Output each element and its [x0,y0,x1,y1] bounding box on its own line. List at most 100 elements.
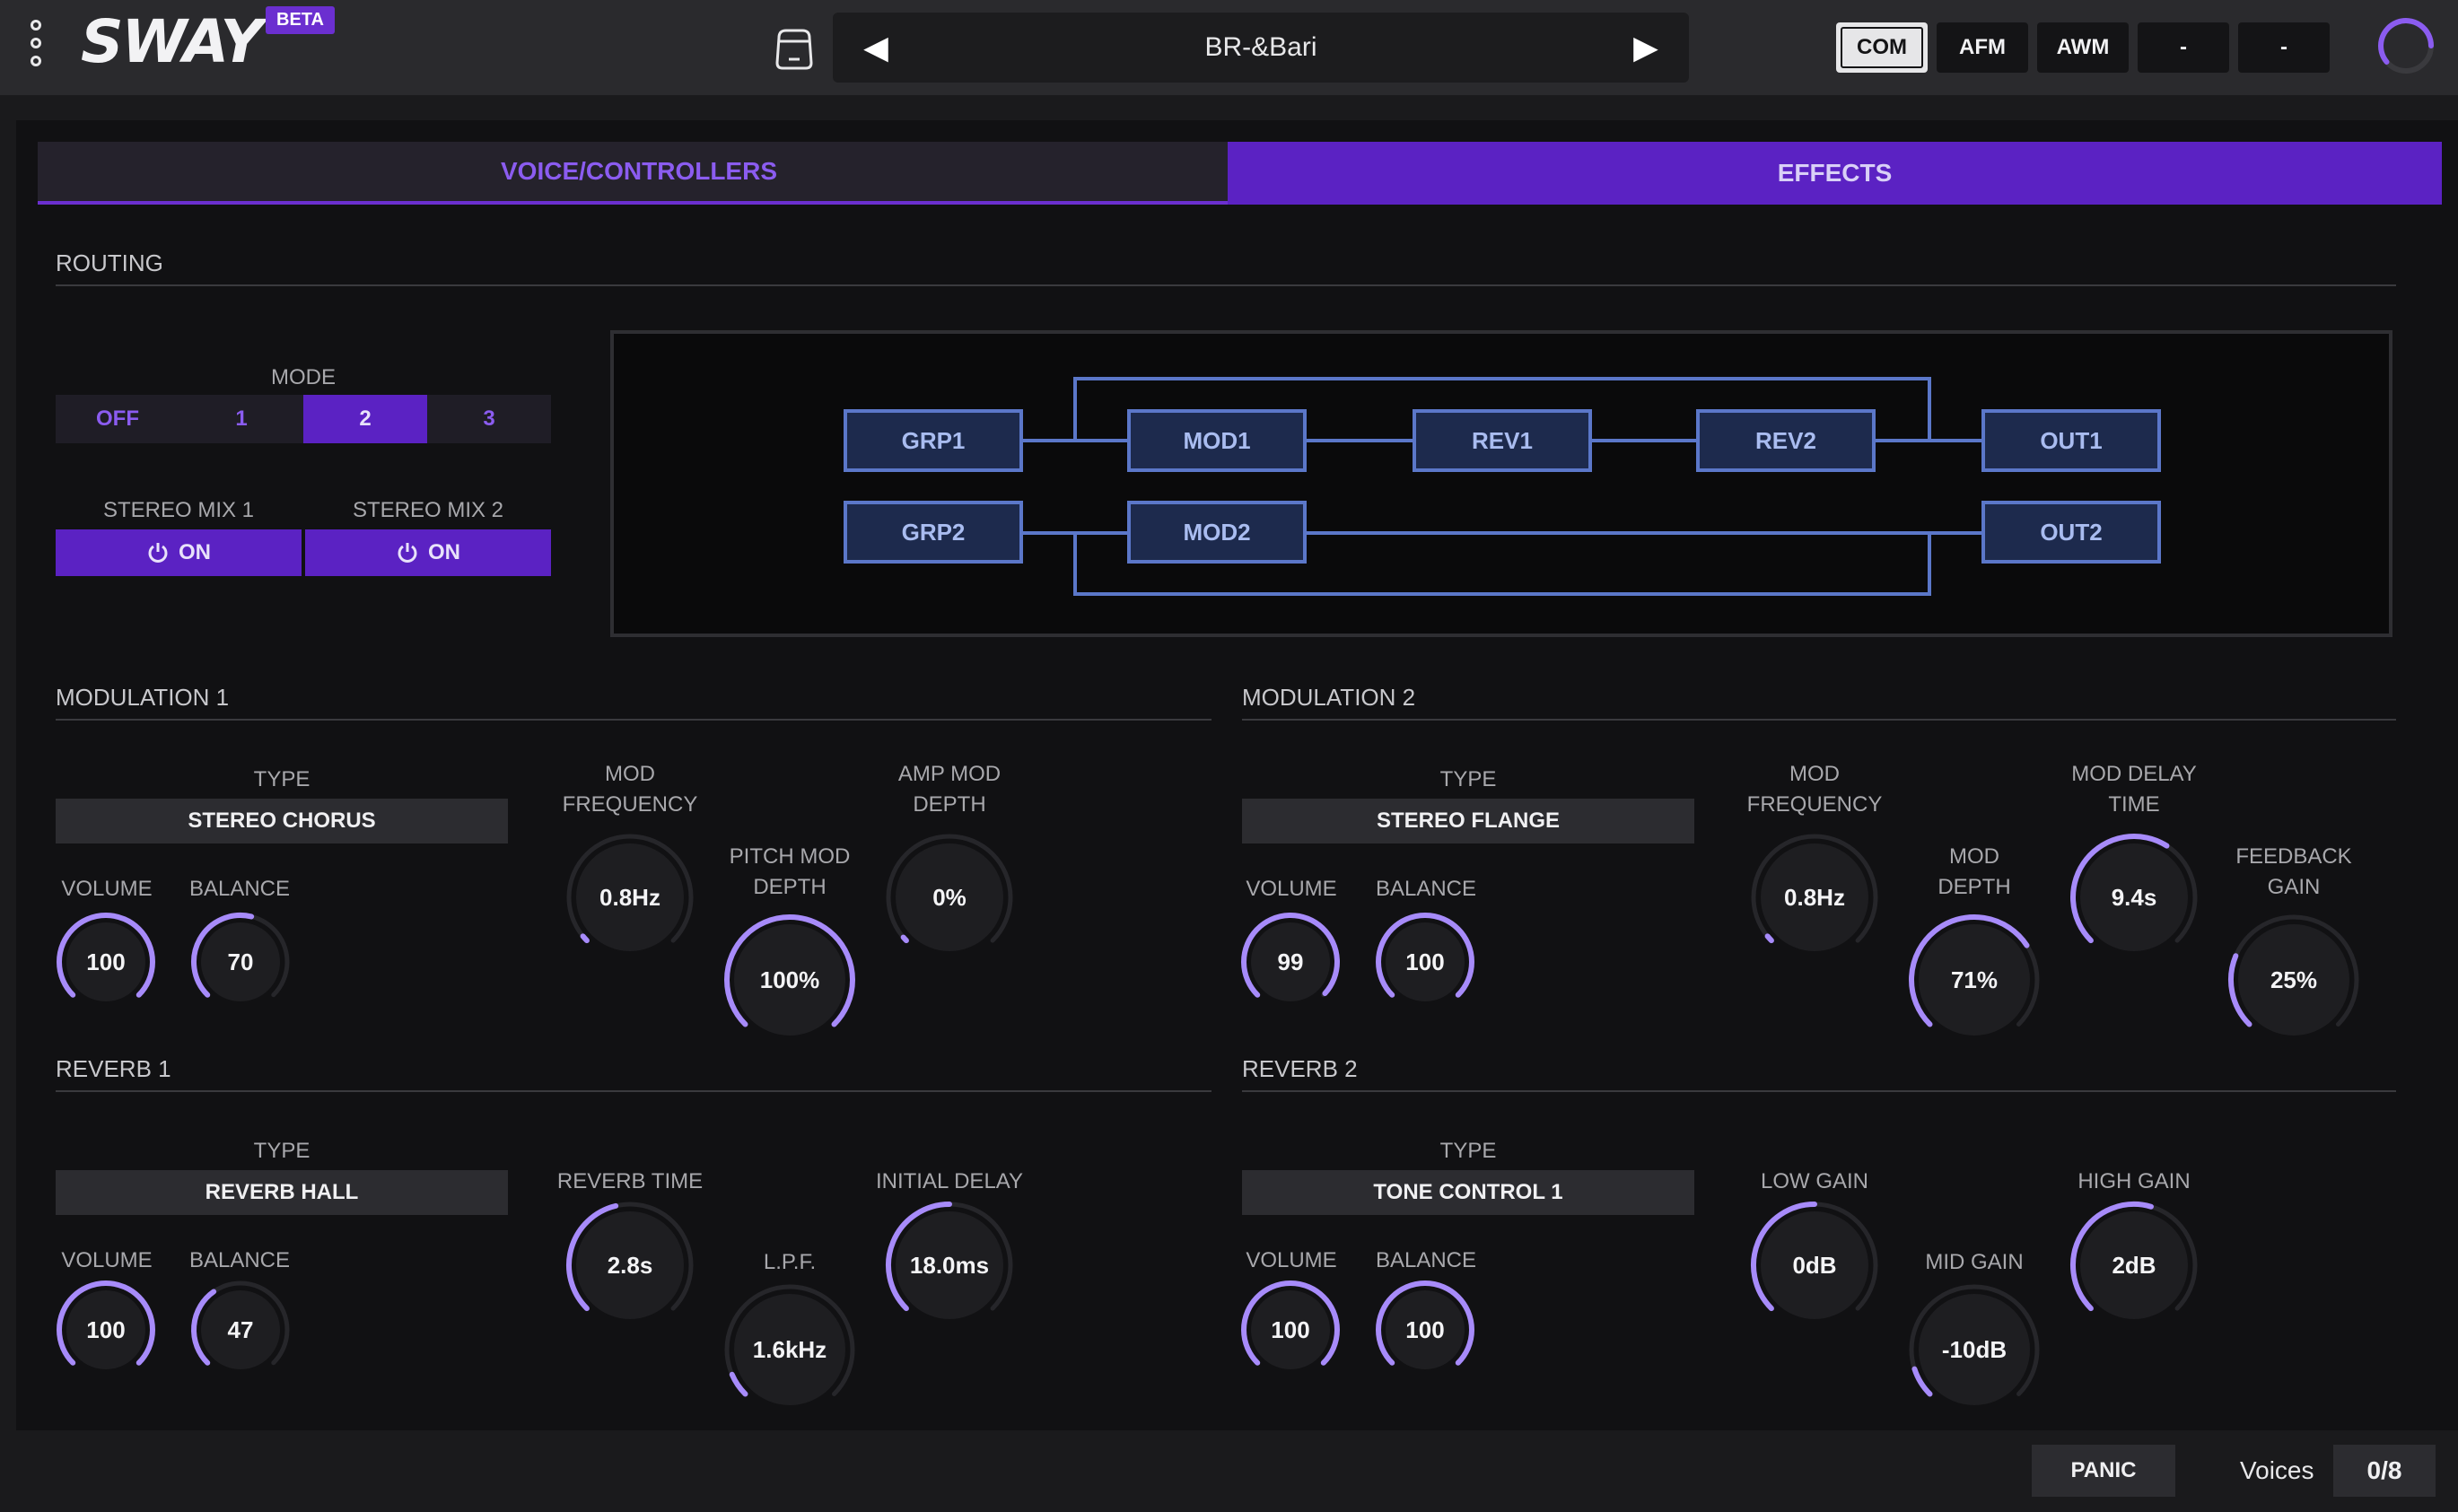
mod1-frequency-knob[interactable]: 0.8Hz [564,831,696,964]
rev2-mid-label: MID GAIN [1925,1250,2024,1274]
mod2-type-label: TYPE [1439,767,1497,791]
modulation2-title: MODULATION 2 [1242,684,1416,711]
rev1-type-select[interactable]: REVERB HALL [56,1170,508,1215]
routing-title: ROUTING [56,249,163,276]
rev2-type-select[interactable]: TONE CONTROL 1 [1242,1170,1694,1215]
mod2-balance-label: BALANCE [1375,877,1477,901]
voices-count: 0/8 [2333,1445,2436,1497]
preset-selector: ◀ BR-&Bari ▶ [833,13,1689,83]
rev2-volume-knob[interactable]: 100 [1238,1278,1343,1382]
modulation1-divider [56,719,1212,721]
preset-next-button[interactable]: ▶ [1619,13,1673,83]
routing-lines [1023,377,1981,596]
mod2-feedback-knob[interactable]: 25% [2226,912,2362,1048]
node-grp2: GRP2 [844,501,1023,564]
engine-slot4-button[interactable]: - [2138,22,2229,73]
engine-com-button[interactable]: COM [1836,22,1928,73]
mod1-volume-label: VOLUME [61,877,153,901]
mod1-pitch-depth-label: PITCH MOD DEPTH [729,844,851,899]
mod2-volume-knob[interactable]: 99 [1238,910,1343,1014]
panic-button[interactable]: PANIC [2032,1445,2175,1497]
rev2-mid-knob[interactable]: -10dB [1906,1281,2043,1418]
mod2-delay-knob[interactable]: 9.4s [2068,831,2200,964]
voices-label: Voices [2240,1456,2314,1484]
mod2-feedback-label: FEEDBACK GAIN [2235,844,2352,899]
rev2-balance-label: BALANCE [1375,1248,1477,1272]
rev1-time-label: REVERB TIME [556,1169,704,1193]
node-rev2: REV2 [1696,409,1876,472]
preset-prev-button[interactable]: ◀ [849,13,903,83]
modulation2-divider [1242,719,2396,721]
mod1-amp-depth-knob[interactable]: 0% [883,831,1016,964]
stereo-mix1-label: STEREO MIX 1 [102,498,255,522]
mod2-depth-knob[interactable]: 71% [1906,912,2043,1048]
rev1-volume-label: VOLUME [61,1248,153,1272]
mod1-balance-label: BALANCE [188,877,291,901]
load-ring-icon [2378,18,2434,74]
rev2-volume-label: VOLUME [1246,1248,1337,1272]
mod1-type-select[interactable]: STEREO CHORUS [56,799,508,843]
reverb2-title: REVERB 2 [1242,1055,1358,1082]
node-out2: OUT2 [1981,501,2161,564]
beta-badge: BETA [266,6,335,34]
reverb2-divider [1242,1090,2396,1092]
mod2-type-select[interactable]: STEREO FLANGE [1242,799,1694,843]
rev1-volume-knob[interactable]: 100 [54,1278,158,1382]
stereo-mix2-label: STEREO MIX 2 [352,498,504,522]
stereo-mix1-toggle[interactable]: ON [56,529,302,576]
mod1-pitch-depth-knob[interactable]: 100% [722,912,858,1048]
mod1-balance-knob[interactable]: 70 [188,910,293,1014]
node-rev1: REV1 [1413,409,1592,472]
modulation1-title: MODULATION 1 [56,684,230,711]
rev1-lpf-label: L.P.F. [763,1250,817,1274]
menu-dots-icon[interactable] [27,20,45,66]
rev2-high-label: HIGH GAIN [2077,1169,2191,1193]
node-out1: OUT1 [1981,409,2161,472]
mode-1-option[interactable]: 1 [179,395,303,443]
bank-icon[interactable] [770,23,818,72]
mod2-balance-knob[interactable]: 100 [1373,910,1477,1014]
mod2-volume-label: VOLUME [1246,877,1337,901]
rev1-delay-knob[interactable]: 18.0ms [883,1199,1016,1332]
tab-voice-controllers[interactable]: VOICE/CONTROLLERS [38,142,1240,205]
rev1-balance-label: BALANCE [188,1248,291,1272]
rev2-low-label: LOW GAIN [1760,1169,1868,1193]
mode-2-option[interactable]: 2 [303,395,427,443]
rev2-balance-knob[interactable]: 100 [1373,1278,1477,1382]
mode-3-option[interactable]: 3 [427,395,551,443]
engine-slot5-button[interactable]: - [2238,22,2330,73]
mode-selector: OFF 1 2 3 [56,395,551,443]
mod1-freq-label: MOD FREQUENCY [562,762,698,817]
top-bar: SWAY BETA ◀ BR-&Bari ▶ COM AFM AWM - - [0,0,2458,95]
node-grp1: GRP1 [844,409,1023,472]
rev2-type-label: TYPE [1439,1139,1497,1163]
power-icon [148,543,168,563]
preset-name[interactable]: BR-&Bari [923,13,1599,83]
mod1-amp-depth-label: AMP MOD DEPTH [897,762,1002,817]
tab-effects[interactable]: EFFECTS [1228,142,2442,205]
mod2-depth-label: MOD DEPTH [1938,844,2011,899]
mod2-frequency-knob[interactable]: 0.8Hz [1748,831,1881,964]
stereo-mix2-toggle[interactable]: ON [305,529,551,576]
node-mod1: MOD1 [1127,409,1307,472]
engine-afm-button[interactable]: AFM [1937,22,2028,73]
rev1-balance-knob[interactable]: 47 [188,1278,293,1382]
rev1-lpf-knob[interactable]: 1.6kHz [722,1281,858,1418]
rev1-type-label: TYPE [253,1139,311,1163]
routing-diagram: GRP1 MOD1 REV1 REV2 OUT1 GRP2 MOD2 OUT2 [610,330,2392,637]
rev2-high-knob[interactable]: 2dB [2068,1199,2200,1332]
mode-label: MODE [271,365,336,389]
rev2-low-knob[interactable]: 0dB [1748,1199,1881,1332]
mod2-delay-label: MOD DELAY TIME [2071,762,2197,817]
reverb1-title: REVERB 1 [56,1055,171,1082]
app-logo: SWAY [81,7,263,76]
mode-off-option[interactable]: OFF [56,395,179,443]
mod2-freq-label: MOD FREQUENCY [1746,762,1883,817]
rev1-time-knob[interactable]: 2.8s [564,1199,696,1332]
engine-awm-button[interactable]: AWM [2037,22,2129,73]
rev1-delay-label: INITIAL DELAY [875,1169,1024,1193]
power-icon [398,543,417,563]
reverb1-divider [56,1090,1212,1092]
mod1-type-label: TYPE [253,767,311,791]
mod1-volume-knob[interactable]: 100 [54,910,158,1014]
